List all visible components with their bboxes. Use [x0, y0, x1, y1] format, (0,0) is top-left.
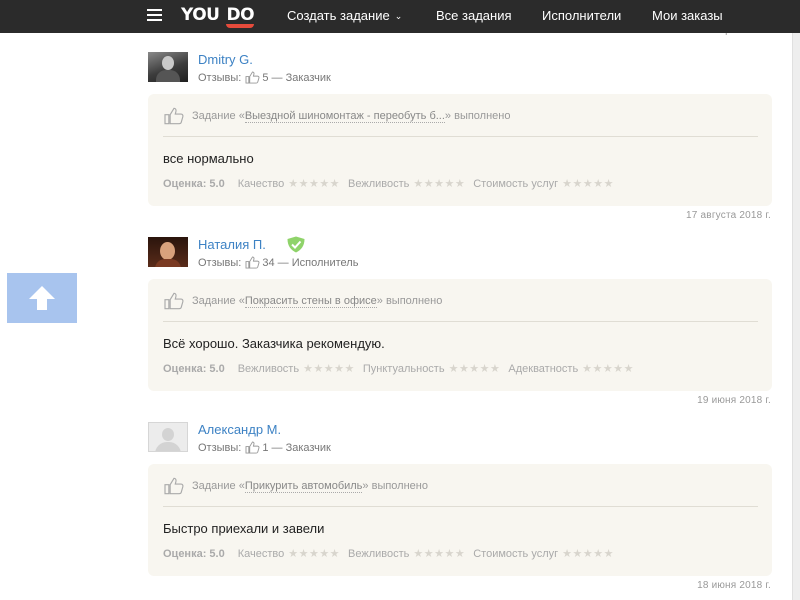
top-navbar: YOU DO Создать задание ⌄ Все задания Испо… — [0, 0, 800, 33]
reviewer-role: — Заказчик — [271, 71, 331, 84]
reviewer-role: — Исполнитель — [277, 256, 359, 269]
task-link[interactable]: Выездной шиномонтаж - переобуть б... — [244, 110, 445, 123]
rating-category: Пунктуальность ★★★★★ — [362, 362, 501, 376]
nav-create-task[interactable]: Создать задание ⌄ — [287, 8, 402, 24]
avatar[interactable] — [148, 237, 188, 267]
reviewer-name[interactable]: Александр М. — [198, 422, 281, 437]
logo-do-text: DO — [226, 5, 255, 28]
review-card: Задание «Прикурить автомобиль» выполнено… — [148, 464, 772, 576]
star-icon: ★★★★★ — [288, 548, 341, 560]
scrollbar[interactable] — [792, 33, 800, 600]
thumbs-up-icon — [164, 107, 184, 125]
star-icon: ★★★★★ — [448, 363, 501, 375]
rating-category: Вежливость ★★★★★ — [237, 362, 355, 376]
reviewer-role: — Заказчик — [271, 441, 331, 454]
reviews-label: Отзывы: — [198, 256, 242, 269]
rating-category-label: Вежливость — [348, 547, 410, 560]
card-divider — [163, 506, 758, 507]
rating-category-label: Стоимость услуг — [473, 177, 559, 190]
reviewer-name[interactable]: Dmitry G. — [198, 52, 253, 67]
rating-category-label: Вежливость — [348, 177, 410, 190]
star-icon: ★★★★★ — [413, 548, 466, 560]
star-icon: ★★★★★ — [582, 363, 634, 375]
reviewer-name[interactable]: Наталия П. — [198, 237, 266, 252]
card-divider — [163, 321, 758, 322]
logo-you-text: YOU — [181, 5, 220, 25]
star-icon: ★★★★★ — [562, 178, 614, 190]
rating-category-label: Качество — [237, 547, 285, 560]
menu-icon[interactable] — [147, 9, 162, 21]
task-prefix: Задание « — [192, 110, 245, 122]
star-icon: ★★★★★ — [288, 178, 341, 190]
reviews-count: 5 — [262, 71, 269, 84]
task-suffix: » выполнено — [362, 480, 428, 492]
rating-category: Адекватность ★★★★★ — [508, 362, 634, 376]
review-date: 19 июня 2018 г. — [697, 395, 771, 406]
reviewer-meta: Отзывы: 1 — Заказчик — [198, 441, 331, 454]
task-prefix: Задание « — [192, 480, 245, 492]
review-date: 17 августа 2018 г. — [686, 210, 771, 221]
review-date: 18 июня 2018 г. — [697, 580, 771, 591]
task-line: Задание «Покрасить стены в офисе» выполн… — [163, 292, 442, 310]
review-text: Всё хорошо. Заказчика рекомендую. — [163, 336, 385, 351]
task-prefix: Задание « — [192, 295, 245, 307]
thumbs-up-icon — [245, 256, 260, 269]
star-icon: ★★★★★ — [413, 178, 466, 190]
ratings-row: Оценка: 5.0 Качество ★★★★★ Вежливость ★★★★… — [163, 177, 622, 191]
rating-score: Оценка: 5.0 — [163, 177, 225, 190]
thumbs-up-icon — [164, 477, 184, 495]
verified-shield-icon — [287, 236, 305, 253]
rating-category: Вежливость ★★★★★ — [348, 547, 466, 561]
task-link[interactable]: Прикурить автомобиль — [244, 480, 363, 493]
rating-category-label: Стоимость услуг — [473, 547, 559, 560]
nav-create-task-label: Создать задание — [287, 8, 390, 23]
rating-score: Оценка: 5.0 — [163, 362, 225, 375]
reviewer-meta: Отзывы: 34 — Исполнитель — [198, 256, 358, 269]
arrow-up-icon — [29, 286, 55, 310]
reviews-label: Отзывы: — [198, 71, 242, 84]
rating-category: Качество ★★★★★ — [237, 547, 341, 561]
rating-category-label: Вежливость — [237, 362, 300, 375]
thumbs-up-icon — [245, 441, 260, 454]
rating-category-label: Качество — [237, 177, 285, 190]
ratings-row: Оценка: 5.0 Вежливость ★★★★★ Пунктуальнос… — [163, 362, 642, 376]
nav-all-tasks[interactable]: Все задания — [436, 8, 512, 23]
thumbs-up-icon — [245, 71, 260, 84]
review-card: Задание «Выездной шиномонтаж - переобуть… — [148, 94, 772, 206]
rating-score: Оценка: 5.0 — [163, 547, 225, 560]
task-suffix: » выполнено — [444, 110, 511, 122]
ratings-row: Оценка: 5.0 Качество ★★★★★ Вежливость ★★★★… — [163, 547, 622, 561]
card-divider — [163, 136, 758, 137]
task-link[interactable]: Покрасить стены в офисе — [244, 295, 377, 308]
rating-category: Стоимость услуг ★★★★★ — [473, 177, 614, 191]
scroll-to-top-button[interactable] — [7, 273, 77, 323]
rating-category: Стоимость услуг ★★★★★ — [473, 547, 614, 561]
rating-category: Качество ★★★★★ — [237, 177, 341, 191]
star-icon: ★★★★★ — [303, 363, 355, 375]
logo[interactable]: YOU DO — [181, 5, 255, 28]
reviews-count: 34 — [262, 256, 275, 269]
review-text: Быстро приехали и завели — [163, 521, 325, 536]
task-line: Задание «Выездной шиномонтаж - переобуть… — [163, 107, 510, 125]
avatar[interactable] — [148, 422, 188, 452]
rating-category-label: Пунктуальность — [362, 362, 445, 375]
reviewer-meta: Отзывы: 5 — Заказчик — [198, 71, 331, 84]
task-suffix: » выполнено — [376, 295, 443, 307]
nav-performers[interactable]: Исполнители — [542, 8, 621, 23]
rating-category: Вежливость ★★★★★ — [348, 177, 466, 191]
chevron-down-icon: ⌄ — [394, 11, 403, 21]
reviews-label: Отзывы: — [198, 441, 242, 454]
review-text: все нормально — [163, 151, 254, 166]
thumbs-up-icon — [164, 292, 184, 310]
task-line: Задание «Прикурить автомобиль» выполнено — [163, 477, 428, 495]
nav-my-orders[interactable]: Мои заказы — [652, 8, 723, 23]
rating-category-label: Адекватность — [508, 362, 579, 375]
review-card: Задание «Покрасить стены в офисе» выполн… — [148, 279, 772, 391]
avatar[interactable] — [148, 52, 188, 82]
star-icon: ★★★★★ — [562, 548, 614, 560]
reviews-count: 1 — [262, 441, 269, 454]
